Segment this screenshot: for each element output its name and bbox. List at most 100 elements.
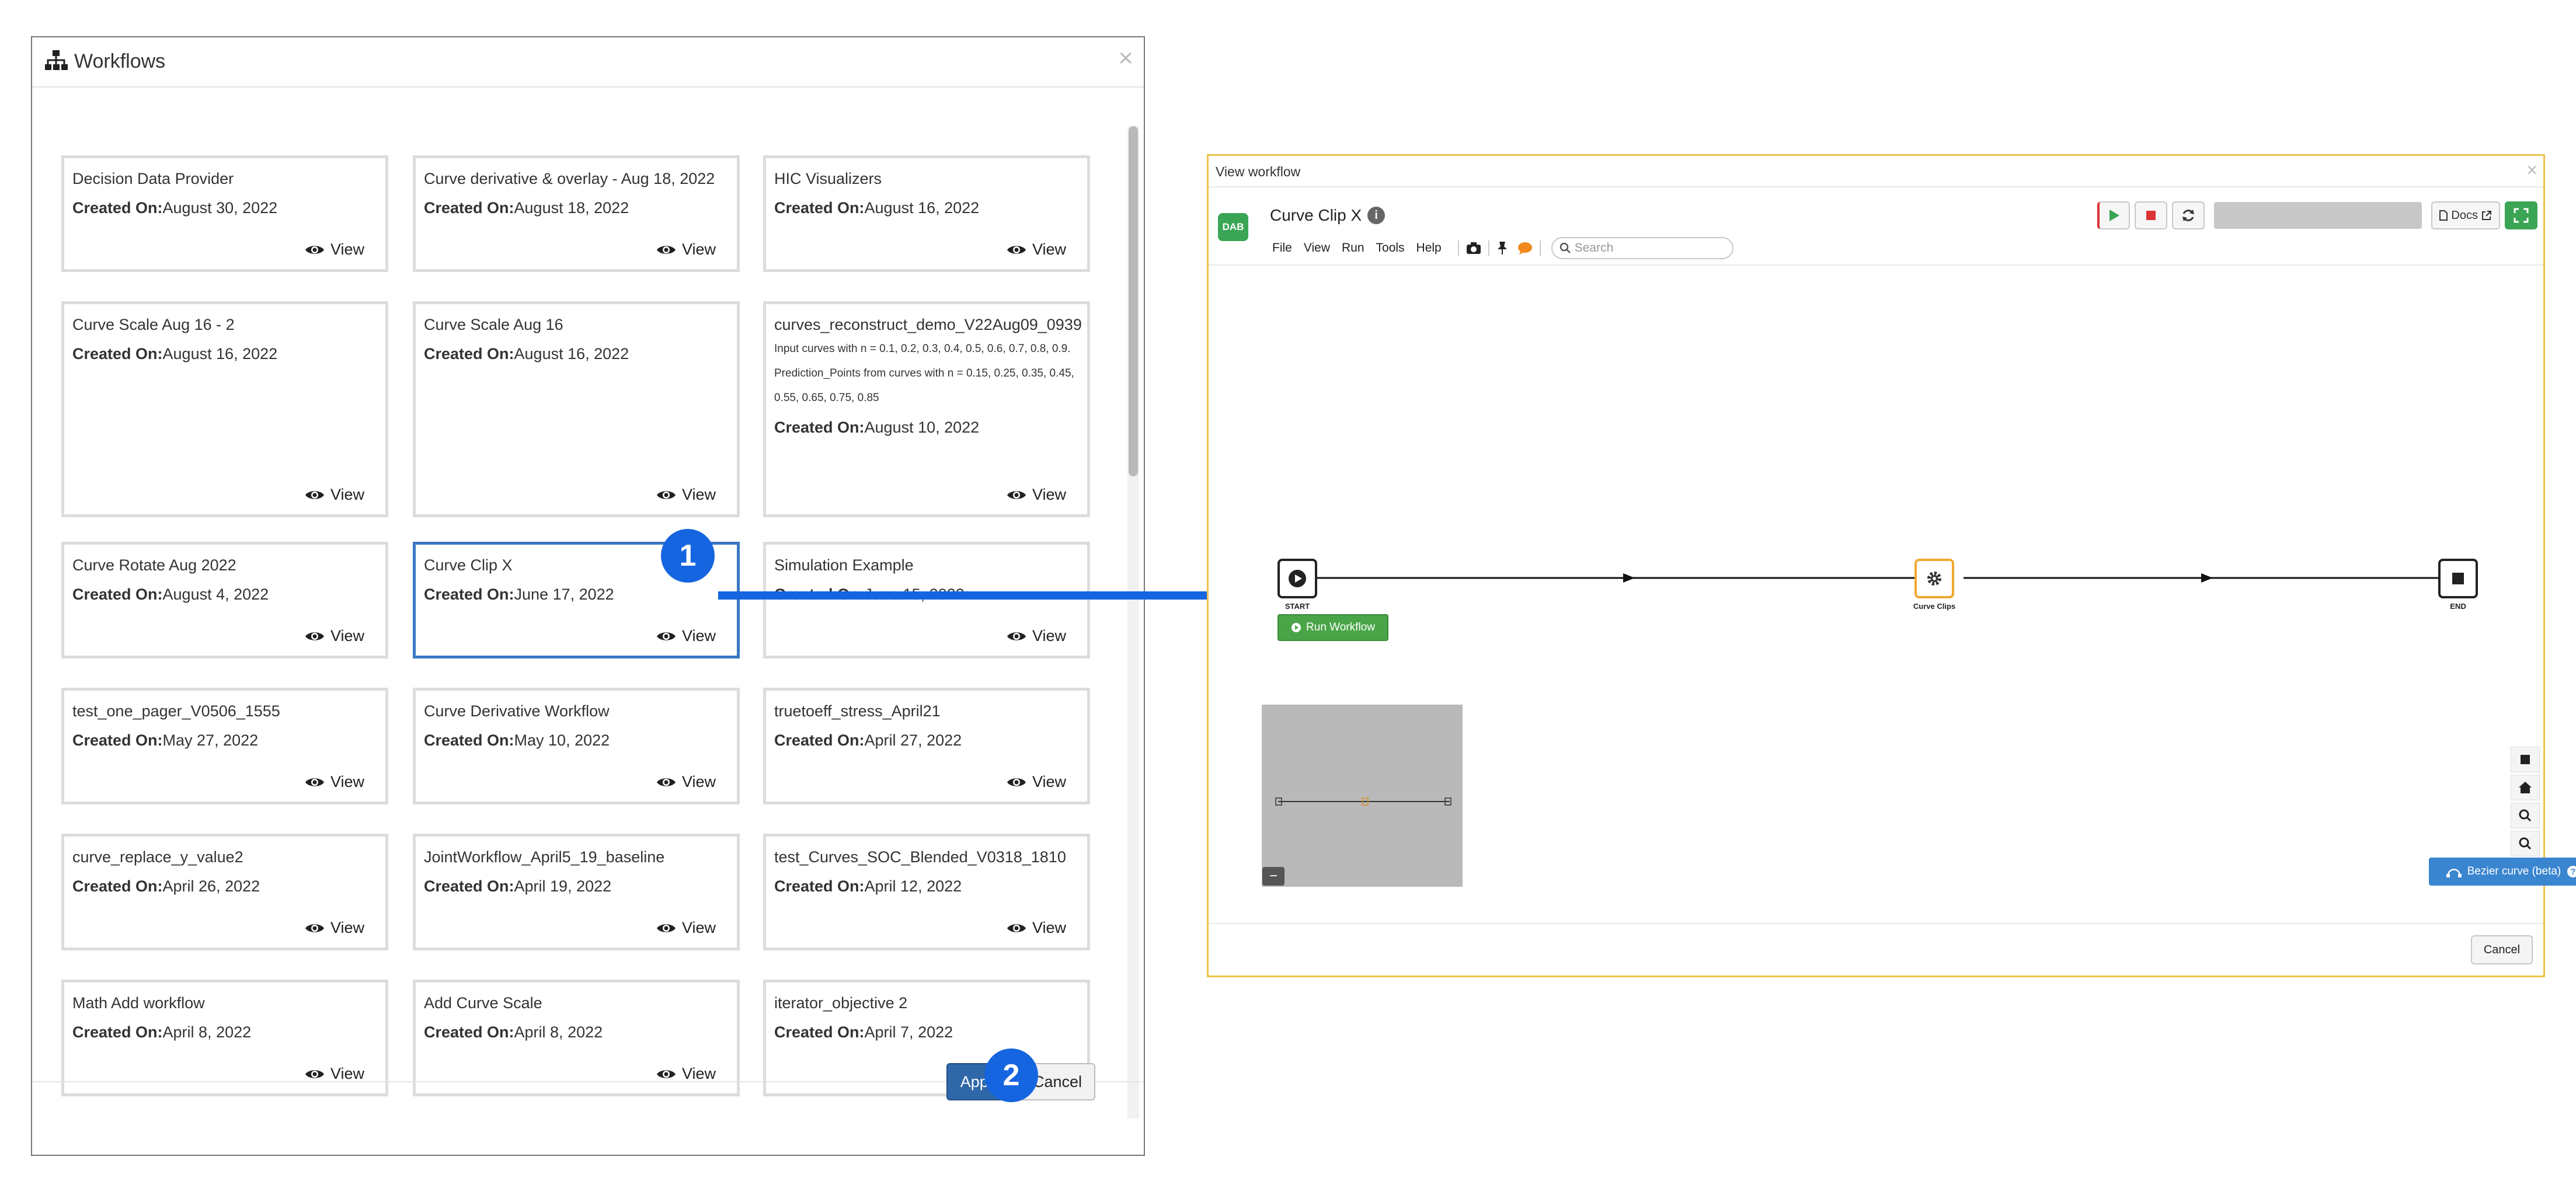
bezier-curve-toggle[interactable]: Bezier curve (beta) ? [2429, 858, 2576, 886]
view-link[interactable]: View [305, 919, 364, 937]
eye-icon [656, 490, 676, 499]
view-workflow-modal: View workflow × DAB Curve Clip X i File … [1207, 154, 2576, 977]
created-date: August 10, 2022 [864, 419, 980, 436]
workflow-card[interactable]: Curve Scale Aug 16 Created On:August 16, … [413, 301, 740, 517]
workflow-card[interactable]: Curve Scale Aug 16 - 2 Created On:August … [61, 301, 388, 517]
workflow-card-created: Created On:April 8, 2022 [72, 1023, 377, 1041]
eye-icon [1007, 245, 1026, 254]
zoom-in-button[interactable] [2511, 803, 2540, 828]
view-link[interactable]: View [656, 241, 716, 259]
workflow-card[interactable]: test_one_pager_V0506_1555 Created On:May … [61, 688, 388, 804]
workflow-card-title: Curve Rotate Aug 2022 [72, 556, 236, 574]
view-link[interactable]: View [656, 627, 716, 645]
created-label: Created On: [774, 419, 865, 436]
zoom-in-icon [2519, 809, 2532, 822]
workflow-card-title: test_one_pager_V0506_1555 [72, 702, 280, 720]
created-date: August 18, 2022 [514, 199, 629, 217]
bezier-icon [2446, 869, 2462, 877]
view-link[interactable]: View [656, 486, 716, 504]
created-date: August 16, 2022 [864, 199, 980, 217]
sitemap-icon [45, 50, 68, 70]
view-label: View [681, 486, 716, 503]
view-link[interactable]: View [305, 1065, 364, 1083]
view-link[interactable]: View [1007, 241, 1066, 259]
created-label: Created On: [72, 586, 163, 603]
view-link[interactable]: View [305, 486, 364, 504]
workflow-card[interactable]: curves_reconstruct_demo_V22Aug09_0939 Inp… [763, 301, 1090, 517]
workflow-card-created: Created On:August 18, 2022 [424, 199, 729, 217]
workflow-card-created: Created On:August 10, 2022 [774, 419, 1079, 437]
view-label: View [330, 486, 364, 503]
step-badge-2: 2 [984, 1048, 1038, 1102]
workflow-card[interactable]: Curve Rotate Aug 2022 Created On:August 4… [61, 542, 388, 659]
stop-tool-button[interactable] [2511, 747, 2540, 772]
view-link[interactable]: View [305, 241, 364, 259]
created-label: Created On: [72, 199, 163, 217]
view-link[interactable]: View [656, 919, 716, 937]
workflow-card[interactable]: Decision Data Provider Created On:August … [61, 155, 388, 272]
workflow-card[interactable]: Add Curve Scale Created On:April 8, 2022 V… [413, 980, 740, 1096]
minimap-collapse-button[interactable]: − [1262, 867, 1284, 886]
view-label: View [330, 773, 364, 790]
workflow-card-title: Math Add workflow [72, 994, 205, 1012]
view-label: View [681, 919, 716, 936]
created-date: April 12, 2022 [864, 877, 962, 895]
view-link[interactable]: View [1007, 773, 1066, 791]
created-label: Created On: [774, 199, 865, 217]
zoom-out-icon [2519, 837, 2532, 850]
workflow-card-created: Created On:August 16, 2022 [72, 345, 377, 363]
minimap[interactable] [1262, 705, 1463, 887]
workflow-card[interactable]: Math Add workflow Created On:April 8, 202… [61, 980, 388, 1096]
workflow-card[interactable]: JointWorkflow_April5_19_baseline Created … [413, 834, 740, 950]
play-circle-icon [1292, 623, 1301, 632]
eye-icon [1007, 490, 1026, 499]
home-button[interactable] [2511, 775, 2540, 800]
workflow-card-created: Created On:August 30, 2022 [72, 199, 377, 217]
eye-icon [1007, 778, 1026, 786]
end-node[interactable] [2438, 559, 2478, 598]
eye-icon [656, 245, 676, 254]
stop-square-icon [2452, 573, 2464, 584]
eye-icon [305, 490, 324, 499]
start-node[interactable] [1277, 559, 1317, 598]
view-link[interactable]: View [656, 1065, 716, 1083]
view-link[interactable]: View [1007, 627, 1066, 645]
workflow-card[interactable]: truetoeff_stress_April21 Created On:April… [763, 688, 1090, 804]
workflow-card-created: Created On:April 27, 2022 [774, 731, 1079, 750]
help-icon[interactable]: ? [2567, 865, 2576, 878]
curve-clips-node[interactable] [1914, 559, 1954, 598]
zoom-out-button[interactable] [2511, 831, 2540, 856]
workflow-card[interactable]: curve_replace_y_value2 Created On:April 2… [61, 834, 388, 950]
created-date: August 30, 2022 [162, 199, 278, 217]
scrollbar-thumb[interactable] [1129, 126, 1138, 476]
scrollbar[interactable] [1127, 126, 1139, 1119]
view-label: View [681, 773, 716, 790]
view-link[interactable]: View [1007, 486, 1066, 504]
eye-icon [305, 778, 324, 786]
view-link[interactable]: View [656, 773, 716, 791]
home-icon [2519, 782, 2532, 793]
workflow-card[interactable]: test_Curves_SOC_Blended_V0318_1810 Create… [763, 834, 1090, 950]
workflow-card[interactable]: Curve derivative & overlay - Aug 18, 202… [413, 155, 740, 272]
end-node-label: END [2450, 602, 2466, 611]
workflow-card[interactable]: Curve Derivative Workflow Created On:May … [413, 688, 740, 804]
view-link[interactable]: View [305, 627, 364, 645]
bezier-label: Bezier curve (beta) [2467, 865, 2561, 877]
workflow-card-title: test_Curves_SOC_Blended_V0318_1810 [774, 848, 1066, 866]
eye-icon [656, 1069, 676, 1078]
view-link[interactable]: View [305, 773, 364, 791]
view-label: View [330, 919, 364, 936]
svg-text:?: ? [2571, 867, 2576, 877]
cancel-button[interactable]: Cancel [2471, 935, 2533, 964]
workflow-card-created: Created On:June 17, 2022 [424, 586, 729, 604]
workflow-card-title: truetoeff_stress_April21 [774, 702, 941, 720]
run-workflow-button[interactable]: Run Workflow [1277, 614, 1388, 641]
workflow-card-title: Curve Scale Aug 16 - 2 [72, 316, 235, 333]
eye-icon [656, 632, 676, 640]
view-label: View [1032, 919, 1066, 936]
workflow-card[interactable]: HIC Visualizers Created On:August 16, 202… [763, 155, 1090, 272]
workflow-card-created: Created On:May 27, 2022 [72, 731, 377, 750]
close-icon[interactable]: × [1118, 46, 1133, 71]
workflow-card-title: curves_reconstruct_demo_V22Aug09_0939 [774, 316, 1082, 333]
view-link[interactable]: View [1007, 919, 1066, 937]
